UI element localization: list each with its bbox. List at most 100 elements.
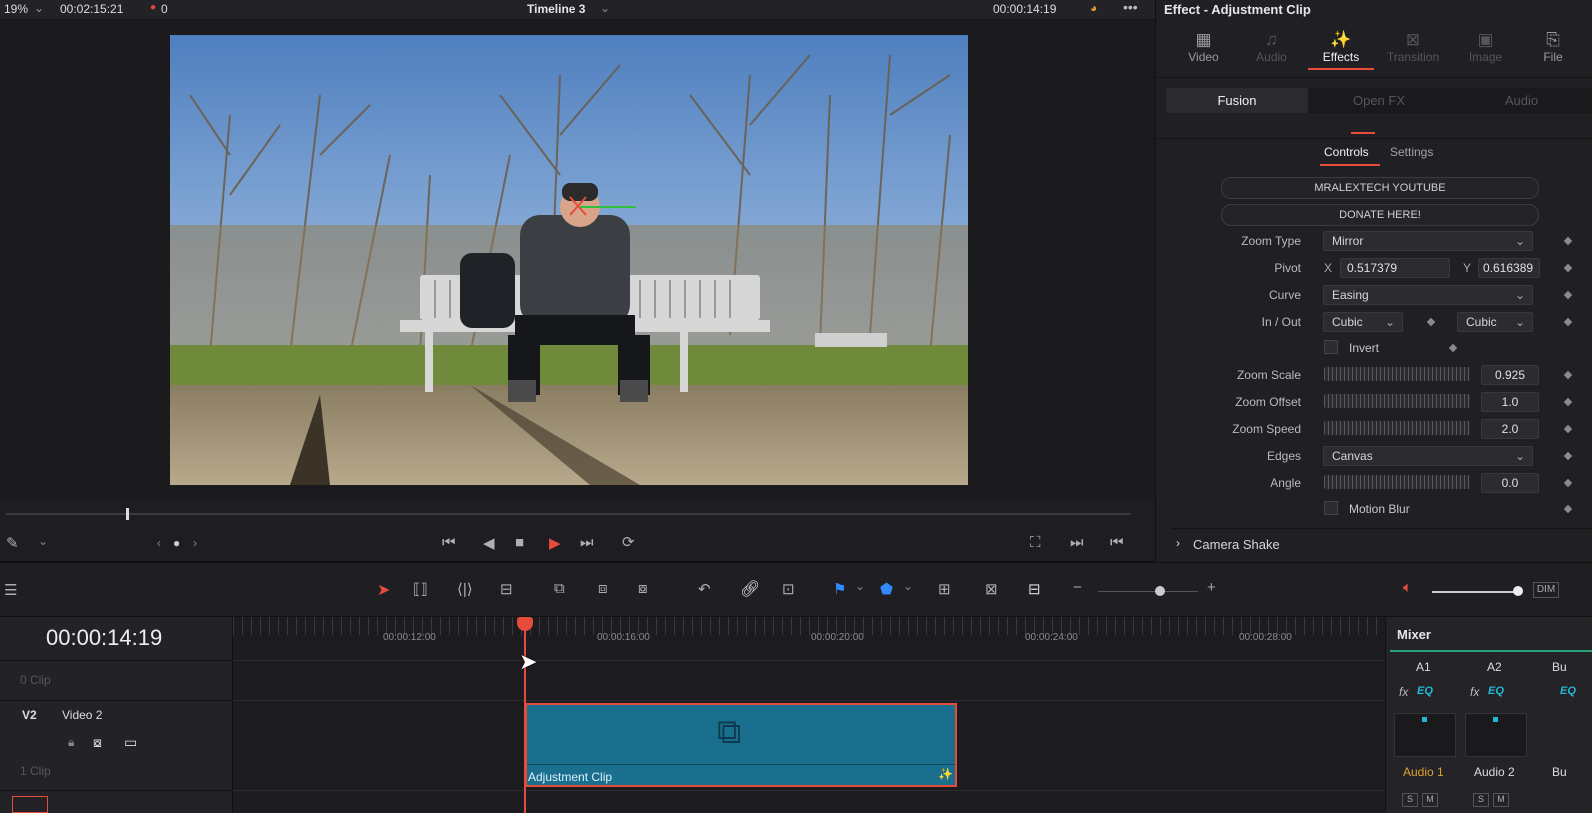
zoom-detail-icon[interactable]: ⊠ bbox=[985, 580, 998, 598]
tab-file[interactable]: ⎘ File bbox=[1528, 30, 1578, 64]
zoom-full-icon[interactable]: ⊞ bbox=[938, 580, 951, 598]
layout-icon[interactable]: ☰ bbox=[4, 581, 17, 599]
camera-shake-section[interactable]: Camera Shake bbox=[1193, 537, 1280, 552]
fx-label[interactable]: fx bbox=[1470, 685, 1479, 699]
zoom-offset-slider[interactable] bbox=[1324, 394, 1470, 408]
next-track-header[interactable] bbox=[12, 796, 48, 813]
angle-input[interactable]: 0.0 bbox=[1481, 473, 1539, 493]
next-edit-icon[interactable]: ⏭ bbox=[1070, 534, 1084, 551]
track-visibility-icon[interactable]: ▭ bbox=[124, 734, 137, 751]
blade-tool-icon[interactable]: ⊟ bbox=[500, 580, 513, 598]
donate-button[interactable]: DONATE HERE! bbox=[1221, 204, 1539, 226]
auto-select-icon[interactable]: ⧇ bbox=[93, 734, 102, 751]
keyframe-icon[interactable] bbox=[1426, 317, 1436, 327]
motion-blur-checkbox[interactable] bbox=[1324, 501, 1338, 515]
replace-clip-icon[interactable]: ⧇ bbox=[638, 580, 648, 597]
zoom-type-dropdown[interactable]: Mirror ⌄ bbox=[1323, 231, 1533, 251]
selection-tool-icon[interactable]: ➤ bbox=[377, 580, 390, 600]
curve-dropdown[interactable]: Easing ⌄ bbox=[1323, 285, 1533, 305]
solo-button[interactable]: S bbox=[1402, 793, 1418, 807]
prev-keyframe-icon[interactable]: ‹ bbox=[157, 536, 161, 550]
insert-clip-icon[interactable]: ⧉ bbox=[554, 580, 565, 597]
zoom-scale-input[interactable]: 0.925 bbox=[1481, 365, 1539, 385]
color-wheel-icon[interactable]: ◕ bbox=[1090, 1, 1097, 15]
chevron-down-icon[interactable]: ⌄ bbox=[34, 1, 44, 15]
pivot-x-input[interactable]: 0.517379 bbox=[1340, 258, 1450, 278]
keyframe-dot-icon[interactable]: ● bbox=[173, 536, 180, 550]
mute-button[interactable]: M bbox=[1493, 793, 1509, 807]
chevron-down-icon[interactable]: ⌄ bbox=[855, 579, 865, 593]
tab-effects[interactable]: ✨ Effects bbox=[1308, 30, 1374, 70]
linked-selection-icon[interactable]: 🔗︎ bbox=[740, 579, 760, 599]
zoom-scale-slider[interactable] bbox=[1324, 367, 1470, 381]
loop-icon[interactable]: ⟳ bbox=[622, 533, 635, 551]
chevron-down-icon[interactable]: ⌄ bbox=[38, 534, 48, 548]
tab-image[interactable]: ▣ Image bbox=[1458, 30, 1513, 64]
zoom-in-icon[interactable]: + bbox=[1207, 579, 1216, 596]
keyframe-icon[interactable] bbox=[1563, 317, 1573, 327]
trim-tool-icon[interactable]: ⟦⟧ bbox=[413, 580, 428, 598]
snapping-icon[interactable]: ↶ bbox=[698, 580, 711, 598]
more-options-icon[interactable]: ••• bbox=[1123, 0, 1138, 15]
keyframe-icon[interactable] bbox=[1563, 236, 1573, 246]
zoom-speed-input[interactable]: 2.0 bbox=[1481, 419, 1539, 439]
keyframe-icon[interactable] bbox=[1448, 343, 1458, 353]
eq-label[interactable]: EQ bbox=[1560, 685, 1576, 697]
play-icon[interactable]: ▶ bbox=[549, 534, 561, 552]
mute-button[interactable]: M bbox=[1422, 793, 1438, 807]
subtab-audio[interactable]: Audio bbox=[1450, 88, 1592, 113]
subtab-openfx[interactable]: Open FX bbox=[1308, 88, 1450, 113]
keyframe-icon[interactable] bbox=[1563, 263, 1573, 273]
marker-icon[interactable]: ⬟ bbox=[880, 580, 893, 598]
tab-video[interactable]: ▦ Video bbox=[1176, 30, 1231, 64]
view-options-icon[interactable]: ✎ bbox=[6, 534, 19, 552]
ease-in-dropdown[interactable]: Cubic ⌄ bbox=[1323, 312, 1403, 332]
zoom-slider[interactable] bbox=[1098, 591, 1198, 592]
keyframe-icon[interactable] bbox=[1563, 370, 1573, 380]
volume-handle[interactable] bbox=[1513, 586, 1523, 596]
zoom-level[interactable]: 19% bbox=[4, 2, 28, 16]
pivot-y-input[interactable]: 0.616389 bbox=[1478, 258, 1540, 278]
tab-controls[interactable]: Controls bbox=[1324, 145, 1369, 159]
zoom-slider-handle[interactable] bbox=[1155, 586, 1165, 596]
chevron-right-icon[interactable]: › bbox=[1176, 536, 1180, 550]
track-id[interactable]: V2 bbox=[22, 708, 37, 722]
next-keyframe-icon[interactable]: › bbox=[193, 536, 197, 550]
track-name[interactable]: Video 2 bbox=[62, 708, 102, 722]
keyframe-icon[interactable] bbox=[1563, 424, 1573, 434]
zoom-out-icon[interactable]: − bbox=[1073, 579, 1082, 596]
subtab-fusion[interactable]: Fusion bbox=[1166, 88, 1308, 113]
prev-edit-icon[interactable]: ⏮ bbox=[1110, 534, 1124, 551]
reverse-icon[interactable]: ◀ bbox=[483, 534, 495, 552]
eq-label[interactable]: EQ bbox=[1417, 685, 1433, 697]
adjustment-clip[interactable]: ⧉ Adjustment Clip ✨ bbox=[525, 703, 957, 787]
zoom-speed-slider[interactable] bbox=[1324, 421, 1470, 435]
chevron-down-icon[interactable]: ⌄ bbox=[600, 1, 610, 15]
go-to-end-icon[interactable]: ⏭ bbox=[580, 534, 594, 551]
lock-icon[interactable]: 🔒︎ bbox=[68, 735, 74, 750]
keyframe-icon[interactable] bbox=[1563, 504, 1573, 514]
mute-speaker-icon[interactable]: 🔈︎ bbox=[1403, 579, 1412, 596]
keyframe-icon[interactable] bbox=[1563, 397, 1573, 407]
go-to-start-icon[interactable]: ⏮ bbox=[442, 534, 456, 551]
keyframe-icon[interactable] bbox=[1563, 290, 1573, 300]
stop-icon[interactable]: ■ bbox=[515, 534, 524, 551]
tab-audio[interactable]: ♫ Audio bbox=[1244, 30, 1299, 64]
scrubber-track[interactable] bbox=[6, 513, 1131, 515]
mralextech-youtube-button[interactable]: MRALEXTECH YOUTUBE bbox=[1221, 177, 1539, 199]
chevron-down-icon[interactable]: ⌄ bbox=[903, 579, 913, 593]
angle-slider[interactable] bbox=[1324, 475, 1470, 489]
panel-divider-handle[interactable] bbox=[1351, 132, 1375, 134]
dynamic-trim-icon[interactable]: ⟨|⟩ bbox=[457, 580, 473, 598]
fx-label[interactable]: fx bbox=[1399, 685, 1408, 699]
volume-slider[interactable] bbox=[1432, 591, 1520, 593]
keyframe-icon[interactable] bbox=[1563, 478, 1573, 488]
edges-dropdown[interactable]: Canvas ⌄ bbox=[1323, 446, 1533, 466]
match-frame-icon[interactable]: ⛶ bbox=[1030, 534, 1041, 551]
zoom-offset-input[interactable]: 1.0 bbox=[1481, 392, 1539, 412]
solo-button[interactable]: S bbox=[1473, 793, 1489, 807]
tab-transition[interactable]: ⊠ Transition bbox=[1381, 30, 1445, 64]
dim-button[interactable]: DIM bbox=[1533, 582, 1559, 598]
keyframe-icon[interactable] bbox=[1563, 451, 1573, 461]
eq-label[interactable]: EQ bbox=[1488, 685, 1504, 697]
